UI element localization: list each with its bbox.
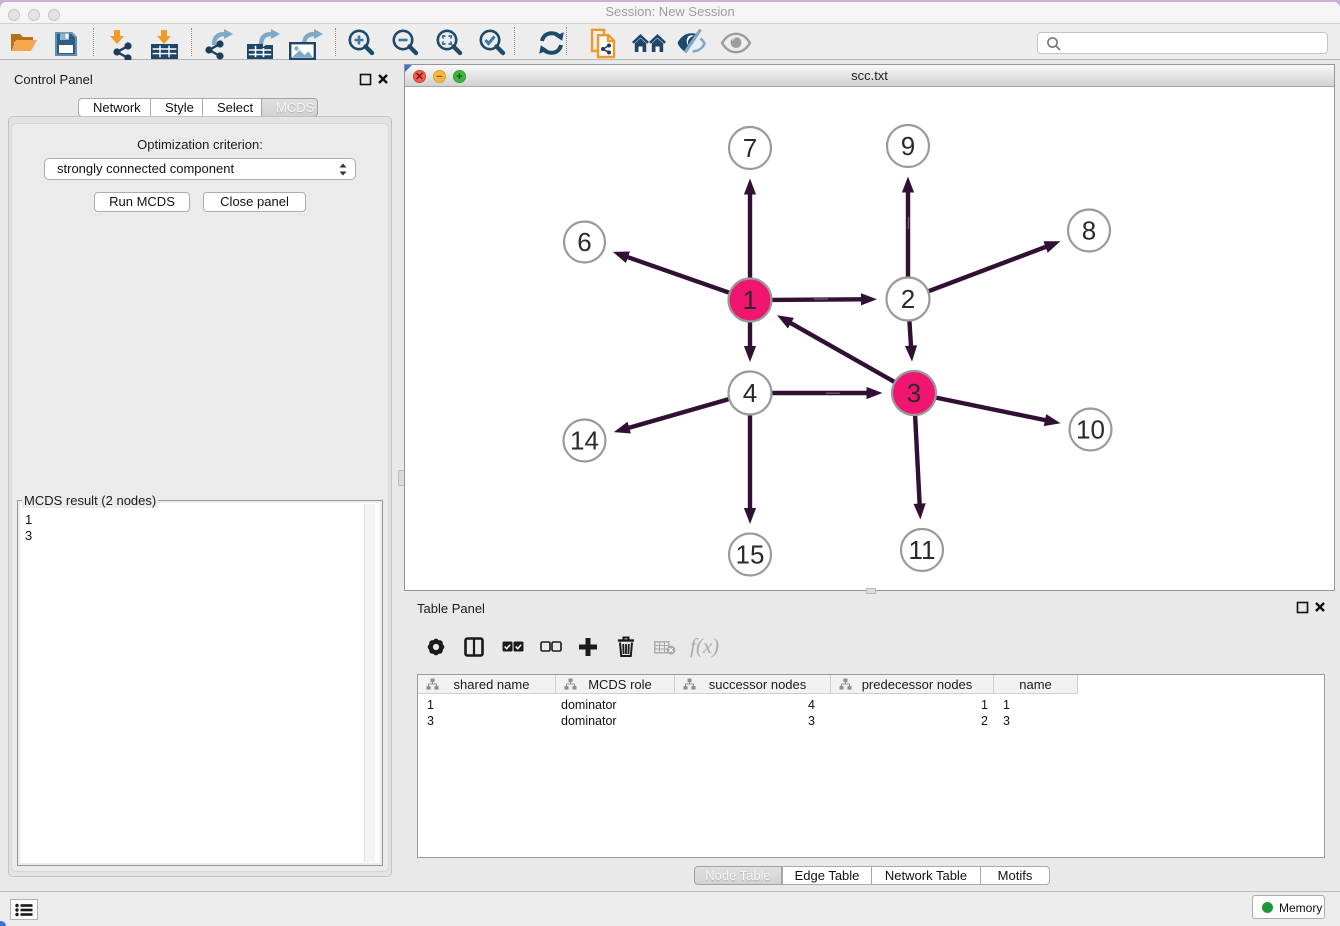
svg-text:14: 14 [570, 426, 599, 456]
svg-text:3: 3 [907, 378, 921, 408]
svg-text:11: 11 [909, 535, 936, 565]
svg-text:4: 4 [743, 378, 757, 408]
svg-text:9: 9 [901, 131, 915, 161]
svg-text:6: 6 [577, 227, 591, 257]
svg-text:15: 15 [736, 540, 765, 570]
svg-text:1: 1 [743, 285, 757, 315]
svg-text:2: 2 [901, 284, 915, 314]
svg-text:10: 10 [1076, 415, 1105, 445]
svg-text:8: 8 [1082, 216, 1096, 246]
svg-text:7: 7 [743, 133, 757, 163]
